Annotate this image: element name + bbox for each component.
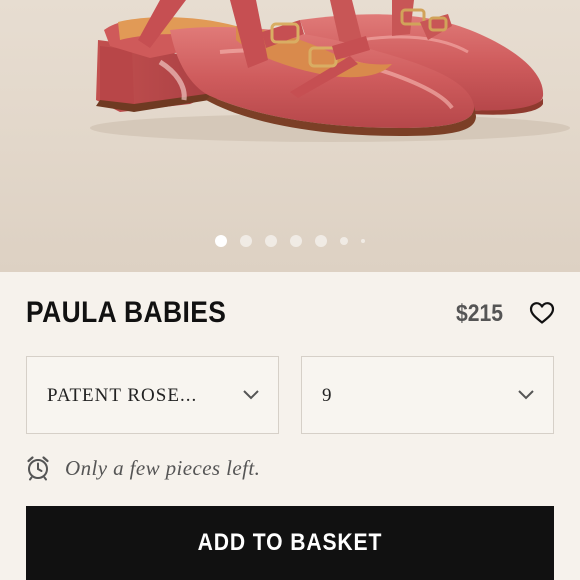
color-select[interactable]: PATENT ROSE... <box>26 356 279 434</box>
gallery-dot-active[interactable] <box>215 235 227 247</box>
product-info: PAULA BABIES $215 PATENT ROSE... 9 Only … <box>0 272 580 580</box>
gallery-dot[interactable] <box>340 237 348 245</box>
gallery-dot[interactable] <box>315 235 327 247</box>
add-to-basket-button[interactable]: ADD TO BASKET <box>26 506 554 580</box>
color-select-value: PATENT ROSE... <box>47 385 198 406</box>
stock-message: Only a few pieces left. <box>65 455 261 480</box>
size-select[interactable]: 9 <box>301 356 554 434</box>
chevron-down-icon <box>518 390 534 400</box>
gallery-dot[interactable] <box>290 235 302 247</box>
gallery-dot[interactable] <box>361 239 365 243</box>
chevron-down-icon <box>243 390 259 400</box>
gallery-pagination <box>0 234 580 248</box>
product-image-gallery[interactable] <box>0 0 580 272</box>
product-price: $215 <box>456 300 503 327</box>
size-select-value: 9 <box>322 385 333 406</box>
heart-outline-icon[interactable] <box>529 301 555 325</box>
gallery-dot[interactable] <box>240 235 252 247</box>
stock-notice: Only a few pieces left. <box>26 453 260 483</box>
product-title: PAULA BABIES <box>26 296 227 329</box>
gallery-dot[interactable] <box>265 235 277 247</box>
product-photo <box>90 0 570 142</box>
add-to-basket-label: ADD TO BASKET <box>197 529 383 556</box>
alarm-clock-icon <box>27 456 49 481</box>
product-page: PAULA BABIES $215 PATENT ROSE... 9 Only … <box>0 0 580 580</box>
